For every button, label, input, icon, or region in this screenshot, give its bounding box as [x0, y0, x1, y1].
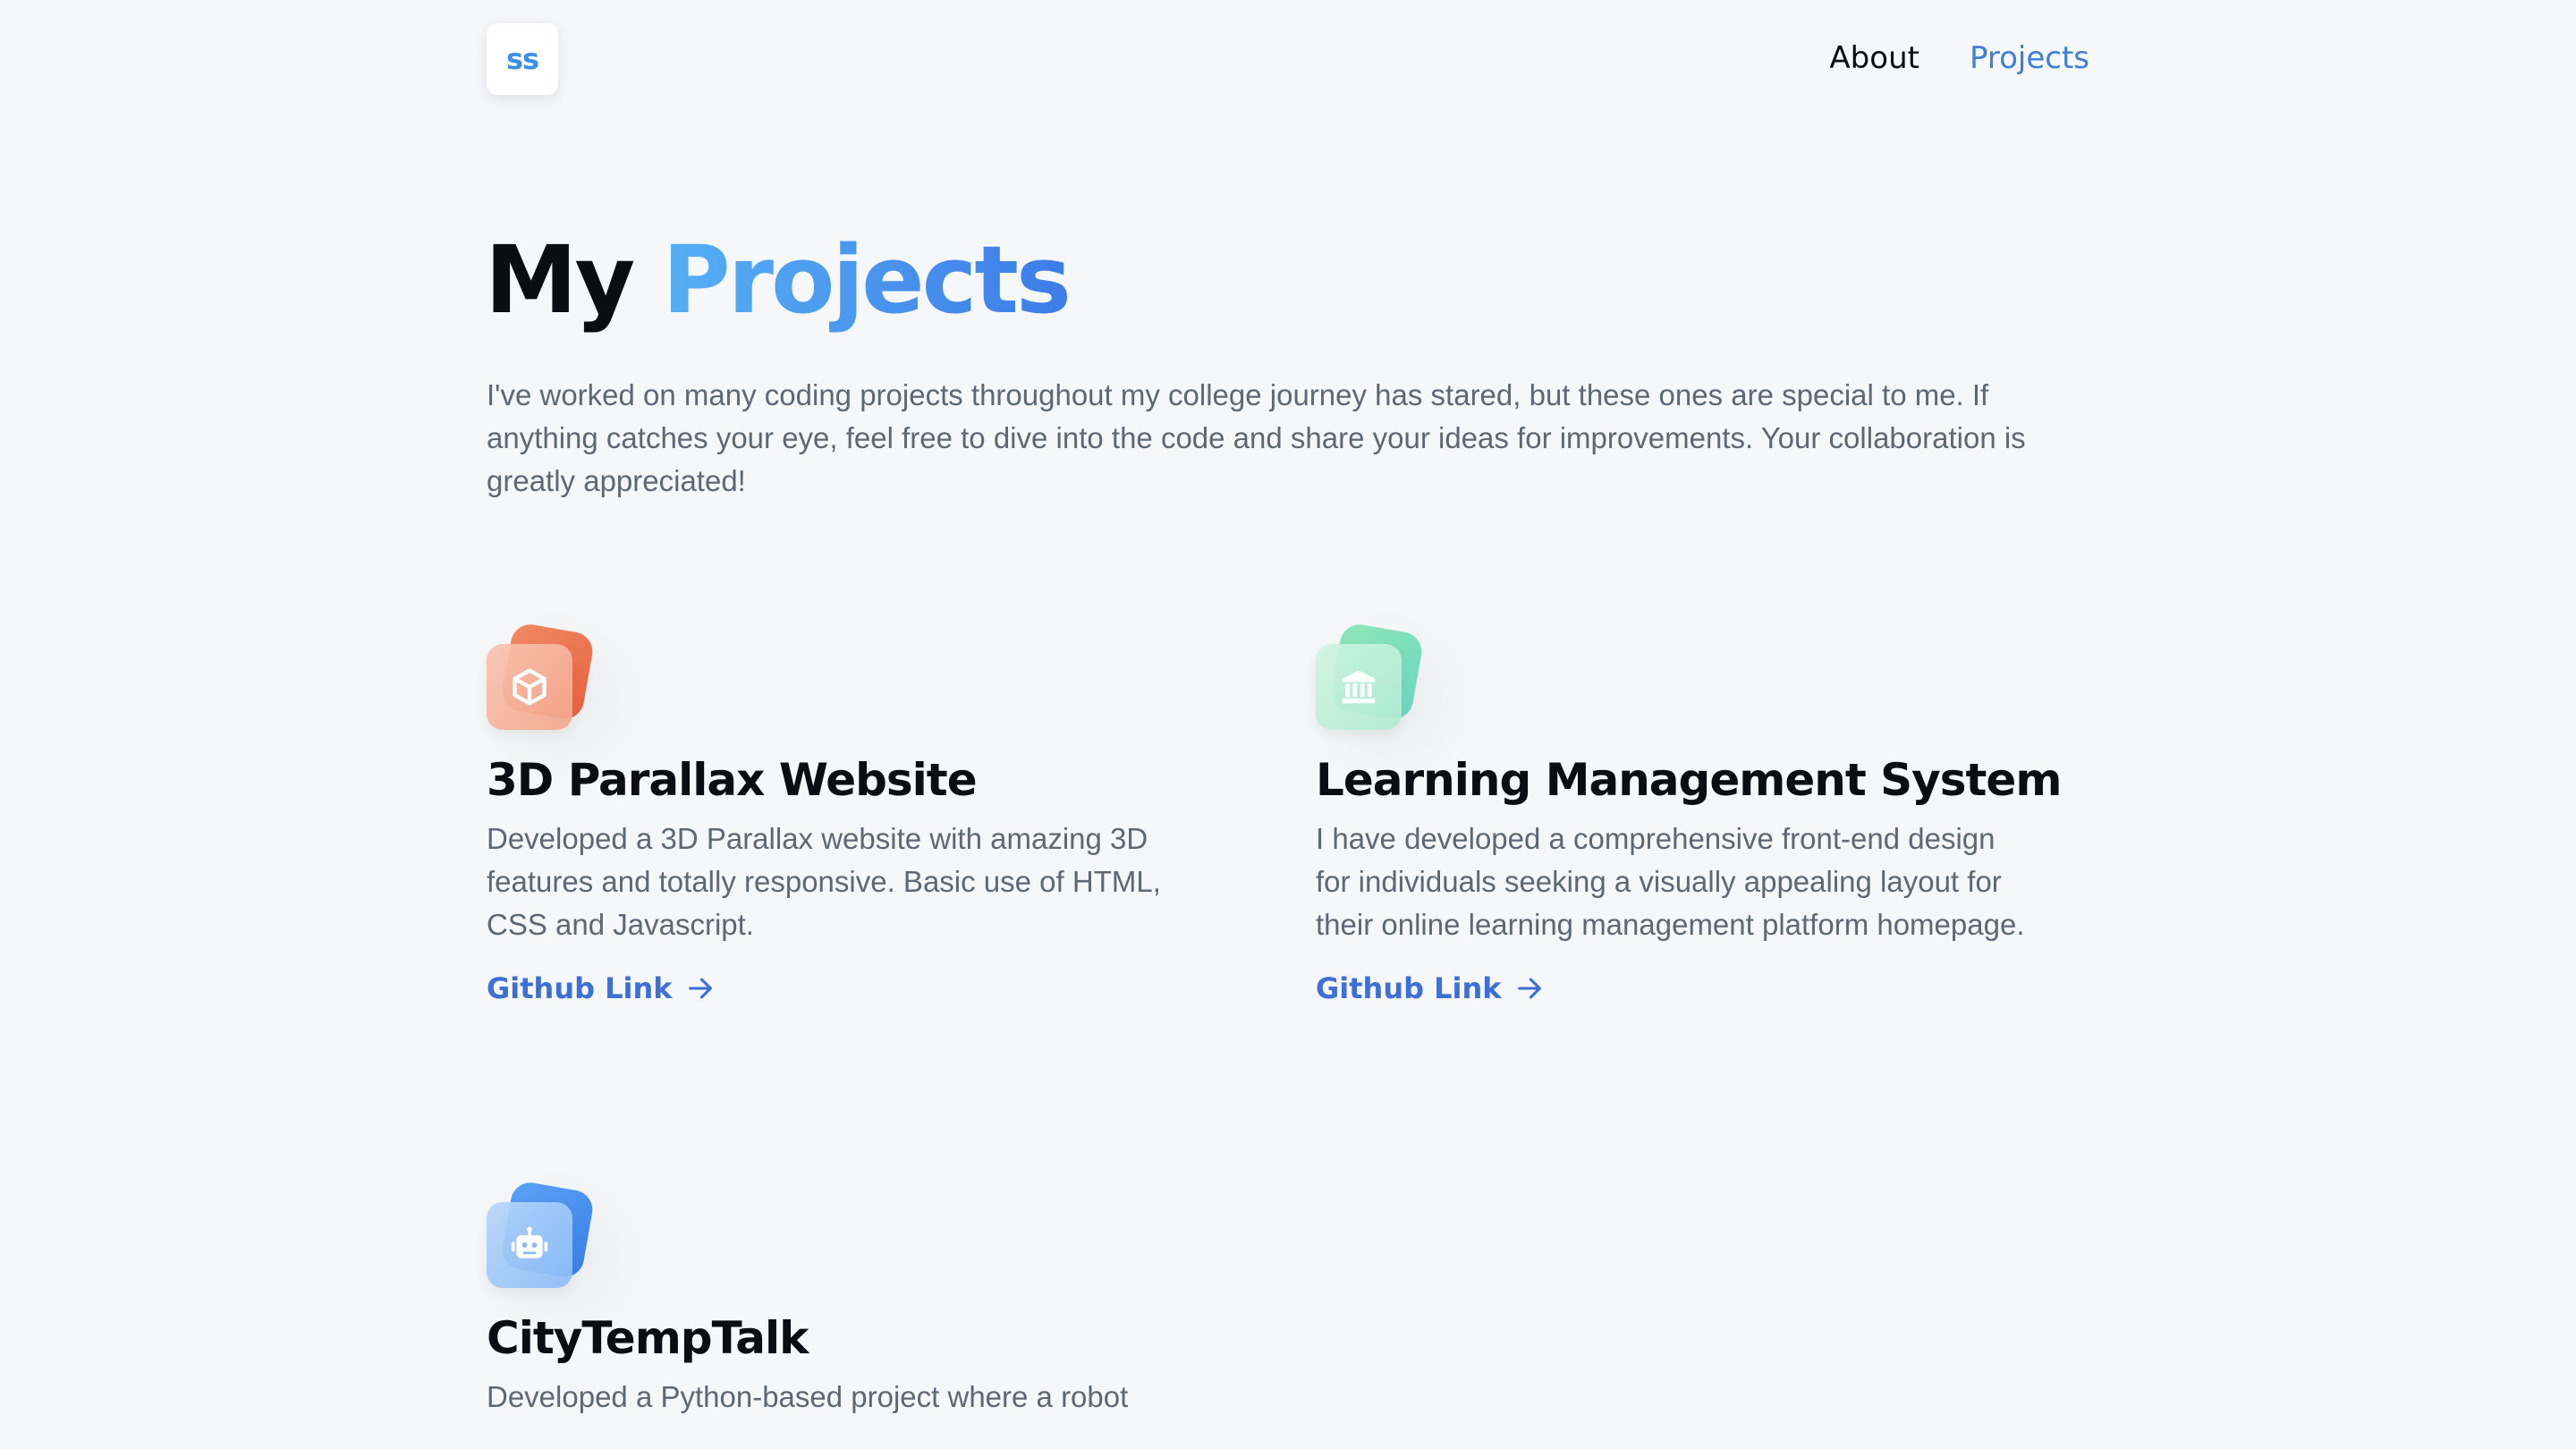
project-icon-tile — [1298, 608, 1477, 787]
github-link[interactable]: Github Link — [487, 971, 716, 1005]
page-title-prefix: My — [485, 225, 635, 335]
project-description: I have developed a comprehensive front-e… — [1316, 822, 2025, 941]
page: ss About Projects My Projects I've worke… — [0, 0, 2576, 1449]
github-link-label: Github Link — [1316, 971, 1502, 1005]
unity-cube-icon — [513, 668, 547, 706]
project-card-citytemptalk: CityTempTalk Developed a Python-based pr… — [469, 1166, 1238, 1419]
project-card-lms: Learning Management System I have develo… — [1298, 608, 2067, 1005]
intro-text: I've worked on many coding projects thro… — [487, 378, 2026, 497]
bank-building-icon — [1342, 670, 1376, 704]
top-nav: About Projects — [1829, 36, 2089, 80]
logo[interactable]: ss — [487, 23, 558, 95]
project-description: Developed a 3D Parallax website with ama… — [487, 822, 1161, 941]
nav-about-link[interactable]: About — [1829, 36, 1919, 80]
nav-projects-link[interactable]: Projects — [1970, 36, 2089, 80]
page-title-accent: Projects — [662, 225, 1072, 335]
arrow-right-icon — [1517, 978, 1541, 999]
project-icon-tile — [469, 1166, 648, 1345]
github-link[interactable]: Github Link — [1316, 971, 1545, 1005]
project-icon-tile — [469, 608, 648, 787]
page-title: My Projects — [485, 222, 1072, 338]
robot-icon — [511, 1226, 548, 1258]
github-link-label: Github Link — [487, 971, 673, 1005]
arrow-right-icon — [688, 978, 712, 999]
project-description: Developed a Python-based project where a… — [487, 1380, 1129, 1413]
project-card-parallax: 3D Parallax Website Developed a 3D Paral… — [469, 608, 1238, 1005]
